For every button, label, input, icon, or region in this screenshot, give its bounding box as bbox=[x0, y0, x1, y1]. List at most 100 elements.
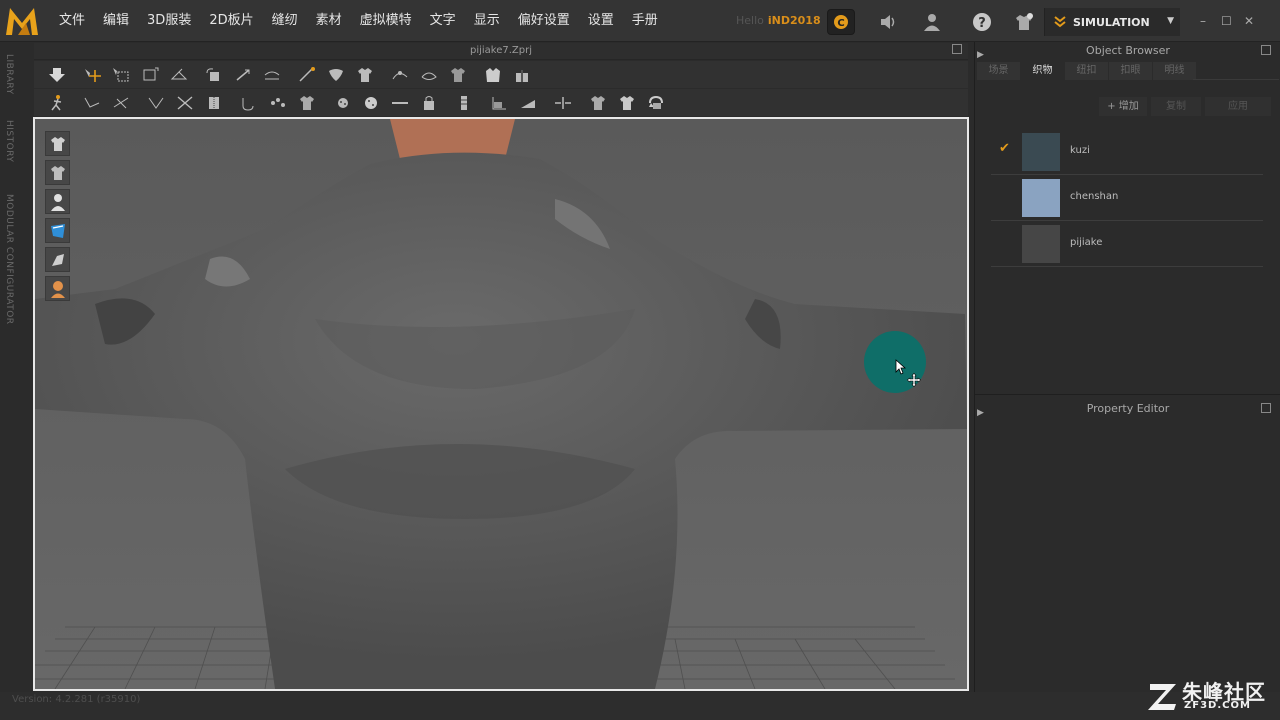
apply-fabric-button[interactable]: 应用 bbox=[1205, 97, 1271, 116]
fabric-name: pijiake bbox=[1070, 237, 1103, 248]
account-button[interactable] bbox=[918, 9, 946, 35]
zipper-tool[interactable] bbox=[199, 90, 228, 116]
right-panel: ▶ Object Browser 场景 织物 纽扣 扣眼 明线 + 增加 复制 … bbox=[974, 42, 1280, 692]
edit-curve-tool[interactable] bbox=[385, 62, 414, 88]
minimize-icon[interactable]: – bbox=[1200, 14, 1206, 28]
chevron-double-icon bbox=[1054, 16, 1066, 28]
rotate-tool[interactable] bbox=[199, 62, 228, 88]
pin-tool[interactable] bbox=[292, 62, 321, 88]
button-select-icon bbox=[337, 97, 348, 108]
menu-3d-garment[interactable]: 3D服装 bbox=[138, 0, 200, 42]
mode-selector[interactable]: SIMULATION ▼ bbox=[1044, 8, 1180, 36]
menu-sewing[interactable]: 缝纫 bbox=[263, 0, 307, 42]
tab-library[interactable]: LIBRARY bbox=[4, 54, 14, 95]
avatar-icon bbox=[50, 193, 65, 211]
garment-tools-button[interactable] bbox=[1010, 9, 1038, 35]
gift-tool[interactable] bbox=[507, 62, 536, 88]
buttonhole-tool[interactable] bbox=[356, 90, 385, 116]
measure-tool[interactable] bbox=[484, 90, 513, 116]
menu-file[interactable]: 文件 bbox=[50, 0, 94, 42]
segment-sewing-tool[interactable] bbox=[77, 90, 106, 116]
sound-button[interactable] bbox=[874, 9, 902, 35]
garment-shape-tool[interactable] bbox=[350, 62, 379, 88]
menu-text[interactable]: 文字 bbox=[421, 0, 465, 42]
add-fabric-button[interactable]: + 增加 bbox=[1099, 97, 1147, 116]
copy-fabric-button[interactable]: 复制 bbox=[1151, 97, 1201, 116]
transform-tool[interactable] bbox=[135, 62, 164, 88]
menu-edit[interactable]: 编辑 bbox=[94, 0, 138, 42]
tack-tool[interactable] bbox=[478, 62, 507, 88]
select-mesh-tool[interactable] bbox=[106, 62, 135, 88]
marvelous-logo-icon[interactable] bbox=[4, 5, 40, 37]
list-item[interactable]: chenshan bbox=[991, 175, 1263, 221]
free-sewing-tool[interactable] bbox=[106, 90, 135, 116]
tab-modular-configurator[interactable]: MODULAR CONFIGURATOR bbox=[4, 194, 14, 325]
tab-history[interactable]: HISTORY bbox=[4, 120, 14, 162]
edit-sewing-tool[interactable] bbox=[414, 62, 443, 88]
tape-tool[interactable] bbox=[449, 90, 478, 116]
menu-display[interactable]: 显示 bbox=[465, 0, 509, 42]
present-icon bbox=[515, 69, 528, 82]
viewport-display-buttons bbox=[45, 131, 70, 305]
scene-render bbox=[35, 119, 967, 689]
list-item[interactable]: pijiake bbox=[991, 221, 1263, 267]
show-2d-pattern-button[interactable] bbox=[45, 218, 70, 243]
texture-tool[interactable] bbox=[292, 90, 321, 116]
menu-preferences[interactable]: 偏好设置 bbox=[509, 0, 579, 42]
fold-tool[interactable] bbox=[164, 62, 193, 88]
cloud-button[interactable]: C bbox=[827, 9, 855, 35]
fitting-tool[interactable] bbox=[443, 62, 472, 88]
zipper-icon bbox=[208, 96, 219, 109]
show-skin-button[interactable] bbox=[45, 276, 70, 301]
maximize-icon[interactable]: ☐ bbox=[1221, 14, 1232, 28]
popout-icon[interactable] bbox=[1261, 403, 1271, 413]
close-icon[interactable]: ✕ bbox=[1244, 14, 1254, 28]
menu-manual[interactable]: 手册 bbox=[623, 0, 667, 42]
split-tool[interactable] bbox=[548, 90, 577, 116]
tab-scene[interactable]: 场景 bbox=[977, 62, 1020, 80]
ruler-tool[interactable] bbox=[513, 90, 542, 116]
show-garment-button[interactable] bbox=[45, 131, 70, 156]
menu-materials[interactable]: 素材 bbox=[307, 0, 351, 42]
simulate-down-tool[interactable] bbox=[42, 62, 71, 88]
split-arrows-icon bbox=[554, 96, 571, 109]
tack-points-tool[interactable] bbox=[263, 90, 292, 116]
wind-tool[interactable] bbox=[321, 62, 350, 88]
fold-arrange-icon bbox=[148, 97, 163, 109]
show-garment-tool[interactable] bbox=[583, 90, 612, 116]
help-button[interactable]: ? bbox=[968, 9, 996, 35]
collapse-arrow-icon[interactable]: ▶ bbox=[977, 404, 984, 422]
button-tool[interactable] bbox=[327, 90, 356, 116]
reset-view-tool[interactable] bbox=[641, 90, 670, 116]
puckering-tool[interactable] bbox=[414, 90, 443, 116]
tab-topstitch[interactable]: 明线 bbox=[1153, 62, 1196, 80]
3d-viewport[interactable] bbox=[33, 117, 969, 691]
tab-buttonholes[interactable]: 扣眼 bbox=[1109, 62, 1152, 80]
list-item[interactable]: ✔ kuzi bbox=[991, 129, 1263, 175]
topstitch-tool[interactable] bbox=[385, 90, 414, 116]
scale-tool[interactable] bbox=[228, 62, 257, 88]
fabric-list: ✔ kuzi chenshan pijiake bbox=[991, 129, 1263, 267]
mode-label: SIMULATION bbox=[1073, 15, 1150, 29]
avatar-pose-tool[interactable] bbox=[42, 90, 71, 116]
show-garment-solid-button[interactable] bbox=[45, 160, 70, 185]
menu-settings[interactable]: 设置 bbox=[579, 0, 623, 42]
flatten-tool[interactable] bbox=[257, 62, 286, 88]
show-avatar-button[interactable] bbox=[45, 189, 70, 214]
flatten-icon bbox=[264, 71, 279, 79]
popout-icon[interactable] bbox=[1261, 45, 1271, 55]
lock-pattern-icon bbox=[423, 95, 434, 110]
tab-fabric[interactable]: 织物 bbox=[1021, 62, 1064, 80]
tab-buttons[interactable]: 纽扣 bbox=[1065, 62, 1108, 80]
fold-arrange-tool[interactable] bbox=[141, 90, 170, 116]
svg-text:C: C bbox=[837, 18, 844, 29]
menu-avatar[interactable]: 虚拟模特 bbox=[351, 0, 421, 42]
pin-hook-icon bbox=[242, 97, 253, 111]
pin-avatar-tool[interactable] bbox=[234, 90, 263, 116]
popout-icon[interactable] bbox=[952, 44, 962, 54]
select-move-tool[interactable] bbox=[77, 62, 106, 88]
menu-2d-pattern[interactable]: 2D板片 bbox=[200, 0, 262, 42]
cross-sew-tool[interactable] bbox=[170, 90, 199, 116]
show-mesh-button[interactable] bbox=[45, 247, 70, 272]
show-avatar-tool[interactable] bbox=[612, 90, 641, 116]
